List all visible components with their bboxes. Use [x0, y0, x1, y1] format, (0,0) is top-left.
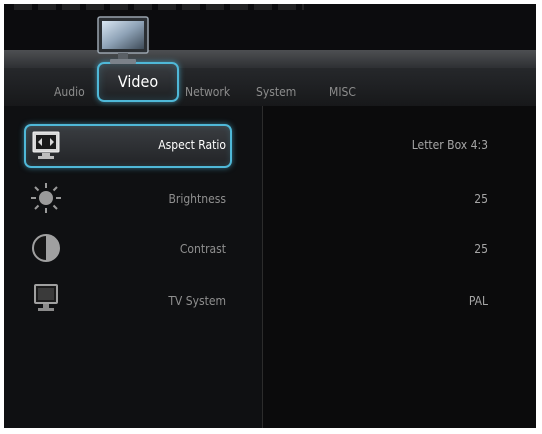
settings-screen: Audio Video Network System MISC Aspect R…: [4, 4, 536, 428]
aspect-ratio-icon: [32, 131, 60, 159]
tab-misc[interactable]: MISC: [329, 82, 356, 102]
setting-label-contrast: Contrast: [179, 242, 226, 256]
contrast-icon: [32, 234, 60, 262]
monitor-icon: [97, 16, 149, 64]
setting-label-brightness: Brightness: [168, 192, 226, 206]
tab-video[interactable]: Video: [97, 62, 179, 102]
setting-value-brightness: 25: [474, 192, 488, 206]
header-band: [4, 50, 536, 69]
tab-audio[interactable]: Audio: [54, 82, 85, 102]
setting-label-tv-system: TV System: [168, 294, 226, 308]
setting-value-contrast: 25: [474, 242, 488, 256]
setting-value-tv-system: PAL: [468, 294, 488, 308]
tab-network[interactable]: Network: [185, 82, 230, 102]
top-decoration: [14, 4, 304, 10]
settings-value-panel: [263, 106, 536, 428]
setting-value-aspect-ratio: Letter Box 4:3: [411, 138, 488, 152]
tab-system[interactable]: System: [256, 82, 296, 102]
brightness-icon: [31, 183, 61, 213]
tv-system-icon: [34, 284, 58, 311]
setting-label-aspect-ratio: Aspect Ratio: [158, 138, 226, 152]
